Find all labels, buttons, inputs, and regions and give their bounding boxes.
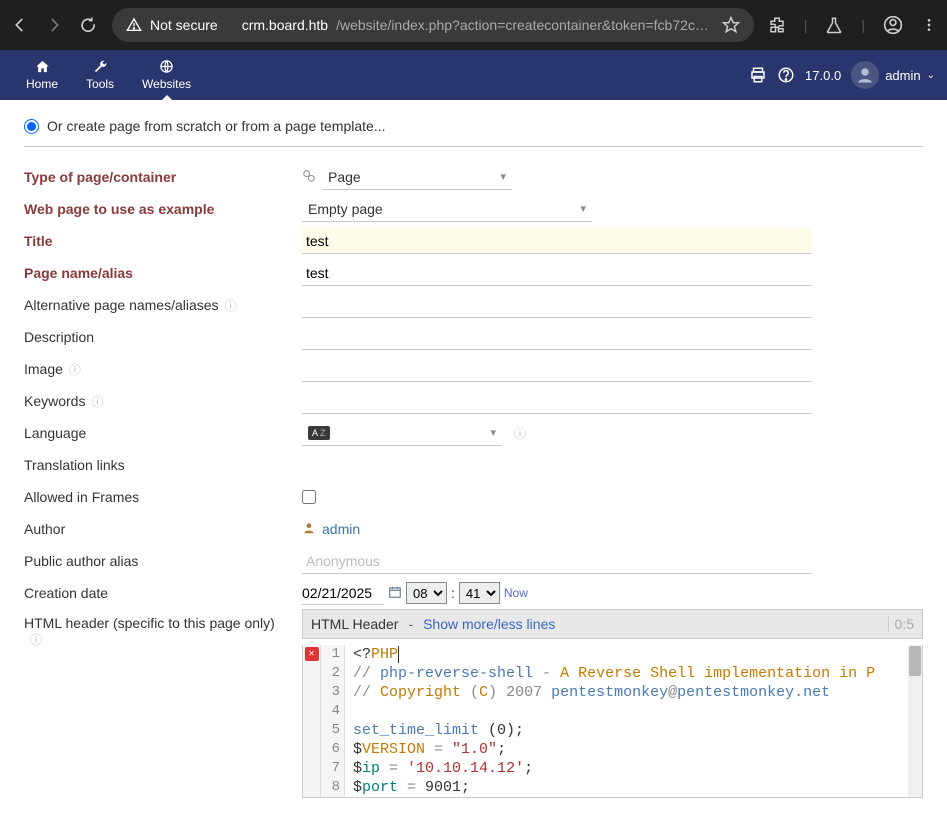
code-editor[interactable]: ✕ 12345678 <?PHP // php-reverse-shell - …	[302, 645, 923, 798]
info-icon: ⓘ	[30, 633, 42, 647]
app-navbar: Home Tools Websites 17.0.0 admin ⌄	[0, 50, 947, 100]
security-label: Not secure	[150, 17, 218, 33]
type-select[interactable]: Page	[322, 164, 512, 190]
label-trans: Translation links	[24, 457, 302, 473]
print-icon[interactable]	[749, 66, 767, 84]
nav-websites[interactable]: Websites	[128, 55, 205, 95]
kebab-menu-icon[interactable]	[921, 16, 937, 34]
frames-checkbox[interactable]	[302, 490, 316, 504]
label-type: Type of page/container	[24, 169, 302, 185]
now-link[interactable]: Now	[504, 586, 528, 600]
version-label: 17.0.0	[805, 68, 841, 83]
label-desc: Description	[24, 329, 302, 345]
wrench-icon	[93, 59, 108, 77]
nav-tools[interactable]: Tools	[72, 55, 128, 95]
error-marker[interactable]: ✕	[305, 647, 319, 661]
help-icon[interactable]	[777, 66, 795, 84]
author-link[interactable]: admin	[302, 521, 360, 538]
address-bar[interactable]: Not secure crm.board.htb/website/index.p…	[112, 8, 754, 42]
code-content[interactable]: <?PHP // php-reverse-shell - A Reverse S…	[345, 645, 922, 797]
label-lang: Language	[24, 425, 302, 441]
label-html-header: HTML header (specific to this page only)…	[24, 609, 302, 648]
back-button[interactable]	[10, 15, 30, 35]
label-pubauth: Public author alias	[24, 553, 302, 569]
separator: |	[804, 17, 808, 33]
label-example: Web page to use as example	[24, 201, 302, 217]
nav-home[interactable]: Home	[12, 55, 72, 95]
gear-icon	[302, 169, 316, 186]
reload-button[interactable]	[78, 15, 98, 35]
browser-toolbar: Not secure crm.board.htb/website/index.p…	[0, 0, 947, 50]
label-img: Imageⓘ	[24, 361, 302, 378]
url-host: crm.board.htb	[242, 17, 328, 33]
label-created: Creation date	[24, 585, 302, 601]
info-icon: ⓘ	[91, 395, 103, 409]
public-author-input[interactable]	[302, 548, 812, 574]
example-select[interactable]: Empty page	[302, 196, 592, 222]
code-editor-title: HTML Header	[311, 616, 398, 632]
star-icon[interactable]	[722, 16, 740, 34]
toggle-lines-link[interactable]: Show more/less lines	[423, 616, 555, 632]
info-icon: ⓘ	[69, 363, 81, 377]
label-frames: Allowed in Frames	[24, 489, 302, 505]
user-icon	[302, 521, 316, 538]
from-scratch-label: Or create page from scratch or from a pa…	[47, 118, 385, 134]
profile-icon[interactable]	[883, 15, 903, 35]
keywords-input[interactable]	[302, 388, 812, 414]
scrollbar[interactable]	[908, 645, 922, 797]
separator: |	[861, 17, 865, 33]
nav-websites-label: Websites	[142, 77, 191, 91]
label-alias: Page name/alias	[24, 265, 302, 281]
language-badge-icon: AZ	[308, 426, 330, 440]
extensions-icon[interactable]	[768, 16, 786, 34]
minute-select[interactable]: 41	[459, 582, 500, 604]
avatar	[851, 61, 879, 89]
line-number-gutter: 12345678	[321, 645, 345, 797]
label-title: Title	[24, 233, 302, 249]
chevron-down-icon: ⌄	[927, 70, 935, 81]
divider	[24, 146, 923, 147]
flask-icon[interactable]	[825, 16, 843, 34]
language-select[interactable]: AZ	[302, 420, 502, 446]
user-name: admin	[885, 68, 920, 83]
forward-button[interactable]	[44, 15, 64, 35]
info-icon: ⓘ	[225, 299, 237, 313]
error-gutter: ✕	[303, 645, 321, 797]
from-scratch-radio[interactable]	[24, 119, 39, 134]
hour-select[interactable]: 08	[406, 582, 447, 604]
info-icon: ⓘ	[514, 425, 526, 442]
globe-icon	[159, 59, 174, 77]
label-kw: Keywordsⓘ	[24, 393, 302, 410]
label-author: Author	[24, 521, 302, 537]
date-input[interactable]	[302, 581, 384, 605]
description-input[interactable]	[302, 324, 812, 350]
cursor-position: 0:5	[888, 616, 914, 632]
home-icon	[35, 59, 50, 77]
page-content: Or create page from scratch or from a pa…	[0, 100, 947, 816]
calendar-icon[interactable]	[388, 585, 402, 602]
alt-aliases-input[interactable]	[302, 292, 812, 318]
user-menu[interactable]: admin ⌄	[851, 61, 935, 89]
nav-tools-label: Tools	[86, 77, 114, 91]
label-alt: Alternative page names/aliasesⓘ	[24, 297, 302, 314]
alias-input[interactable]	[302, 260, 812, 286]
title-input[interactable]	[302, 228, 812, 254]
nav-home-label: Home	[26, 77, 58, 91]
url-path: /website/index.php?action=createcontaine…	[336, 17, 714, 33]
warning-icon	[126, 17, 142, 33]
image-input[interactable]	[302, 356, 812, 382]
code-editor-header: HTML Header - Show more/less lines 0:5	[302, 609, 923, 639]
